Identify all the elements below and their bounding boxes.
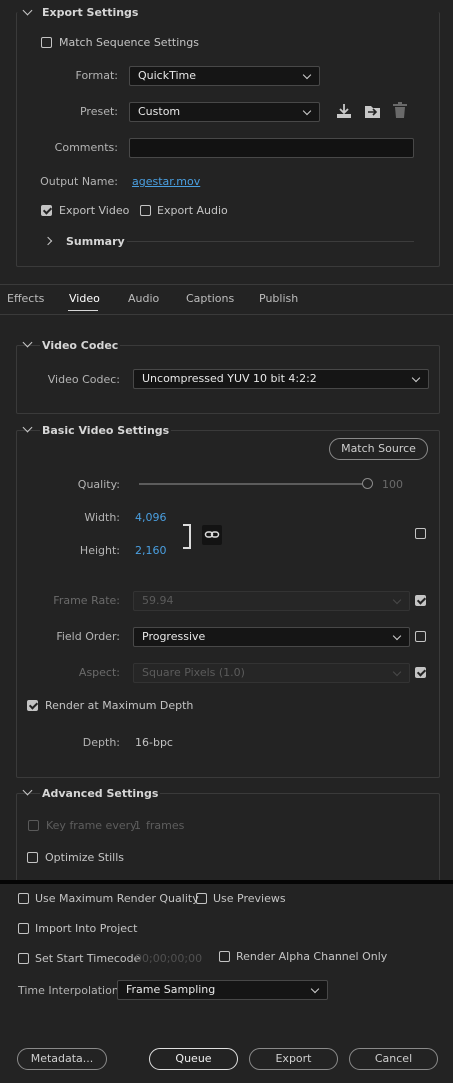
render-max-depth-label: Render at Maximum Depth <box>45 699 194 712</box>
chevron-down-icon <box>392 631 402 641</box>
tab-active-underline <box>68 310 98 311</box>
tabs-bottom-border <box>0 314 453 315</box>
export-settings-title: Export Settings <box>42 6 139 19</box>
keyframe-checkbox[interactable] <box>28 820 39 831</box>
time-interp-select[interactable]: Frame Sampling <box>117 980 328 1000</box>
import-project-checkbox[interactable] <box>18 923 29 934</box>
tab-effects[interactable]: Effects <box>7 292 44 305</box>
export-video-label: Export Video <box>59 204 130 217</box>
aspect-value: Square Pixels (1.0) <box>142 666 245 679</box>
format-label: Format: <box>75 69 118 82</box>
chevron-down-icon <box>310 984 320 994</box>
format-select[interactable]: QuickTime <box>129 66 320 86</box>
bottom-separator <box>0 880 453 884</box>
chevron-down-icon <box>411 373 421 383</box>
chevron-down-icon <box>302 70 312 80</box>
quality-value: 100 <box>382 478 403 491</box>
comments-input[interactable] <box>129 138 414 158</box>
time-interp-value: Frame Sampling <box>126 983 216 996</box>
video-codec-value: Uncompressed YUV 10 bit 4:2:2 <box>142 372 317 385</box>
frame-rate-value: 59.94 <box>142 594 174 607</box>
max-render-quality-label: Use Maximum Render Quality <box>35 892 199 905</box>
keyframe-value[interactable]: 1 <box>134 819 141 832</box>
aspect-link-bracket <box>183 524 191 549</box>
comments-label: Comments: <box>54 141 118 154</box>
export-audio-checkbox[interactable] <box>140 205 151 216</box>
depth-label: Depth: <box>82 736 120 749</box>
tab-video[interactable]: Video <box>69 292 100 305</box>
output-name-label: Output Name: <box>40 175 118 188</box>
frame-rate-select[interactable]: 59.94 <box>133 591 410 611</box>
preset-value: Custom <box>138 105 181 118</box>
video-codec-label: Video Codec: <box>47 373 120 386</box>
preset-select[interactable]: Custom <box>129 102 320 122</box>
quality-slider-handle[interactable] <box>362 478 373 489</box>
height-label: Height: <box>79 544 120 557</box>
cancel-button[interactable]: Cancel <box>349 1048 438 1070</box>
render-max-depth-checkbox[interactable] <box>27 700 38 711</box>
keyframe-unit: frames <box>146 819 185 832</box>
folder-arrow-icon[interactable] <box>363 103 383 119</box>
chevron-down-icon <box>392 667 402 677</box>
aspect-label: Aspect: <box>78 666 120 679</box>
export-audio-label: Export Audio <box>157 204 228 217</box>
preset-label: Preset: <box>79 105 118 118</box>
set-start-timecode-label: Set Start Timecode <box>35 952 141 965</box>
quality-label: Quality: <box>77 478 120 491</box>
quality-slider-track[interactable] <box>139 483 367 485</box>
dimensions-override-checkbox[interactable] <box>415 528 426 539</box>
optimize-stills-checkbox[interactable] <box>27 852 38 863</box>
queue-button[interactable]: Queue <box>149 1048 238 1070</box>
import-project-label: Import Into Project <box>35 922 138 935</box>
tabs-top-border <box>0 284 453 285</box>
format-value: QuickTime <box>138 69 197 82</box>
max-render-quality-checkbox[interactable] <box>18 893 29 904</box>
tab-audio[interactable]: Audio <box>128 292 159 305</box>
render-alpha-label: Render Alpha Channel Only <box>236 950 388 963</box>
advanced-panel <box>16 793 440 884</box>
frame-rate-label: Frame Rate: <box>53 594 120 607</box>
trash-icon[interactable] <box>392 102 408 119</box>
basic-video-title: Basic Video Settings <box>40 424 172 437</box>
field-order-value: Progressive <box>142 630 206 643</box>
video-codec-select[interactable]: Uncompressed YUV 10 bit 4:2:2 <box>133 369 429 389</box>
match-sequence-checkbox[interactable] <box>41 37 52 48</box>
aspect-select[interactable]: Square Pixels (1.0) <box>133 663 410 683</box>
advanced-title: Advanced Settings <box>40 787 161 800</box>
chain-link-icon[interactable] <box>202 525 222 545</box>
export-button[interactable]: Export <box>249 1048 338 1070</box>
tab-publish[interactable]: Publish <box>259 292 298 305</box>
video-codec-title: Video Codec <box>40 339 121 352</box>
set-start-timecode-checkbox[interactable] <box>18 953 29 964</box>
match-source-button[interactable]: Match Source <box>329 438 428 460</box>
download-tray-icon[interactable] <box>335 103 353 119</box>
chevron-down-icon <box>392 595 402 605</box>
aspect-checkbox[interactable] <box>415 667 426 678</box>
field-order-checkbox[interactable] <box>415 631 426 642</box>
width-value[interactable]: 4,096 <box>135 511 167 524</box>
depth-value: 16-bpc <box>135 736 173 749</box>
output-name-link[interactable]: agestar.mov <box>132 175 200 188</box>
summary-label[interactable]: Summary <box>66 235 125 248</box>
chevron-down-icon <box>302 106 312 116</box>
use-previews-checkbox[interactable] <box>196 893 207 904</box>
export-video-checkbox[interactable] <box>41 205 52 216</box>
field-order-label: Field Order: <box>56 630 120 643</box>
field-order-select[interactable]: Progressive <box>133 627 410 647</box>
frame-rate-checkbox[interactable] <box>415 595 426 606</box>
height-value[interactable]: 2,160 <box>135 544 167 557</box>
summary-divider <box>127 241 414 242</box>
render-alpha-checkbox[interactable] <box>219 951 230 962</box>
keyframe-label: Key frame every <box>46 819 137 832</box>
use-previews-label: Use Previews <box>213 892 286 905</box>
match-sequence-label: Match Sequence Settings <box>59 36 199 49</box>
timecode-value[interactable]: 00;00;00;00 <box>135 952 202 965</box>
metadata-button[interactable]: Metadata... <box>17 1048 107 1070</box>
width-label: Width: <box>84 511 120 524</box>
time-interp-label: Time Interpolation: <box>18 984 123 997</box>
tab-captions[interactable]: Captions <box>186 292 234 305</box>
optimize-stills-label: Optimize Stills <box>45 851 125 864</box>
